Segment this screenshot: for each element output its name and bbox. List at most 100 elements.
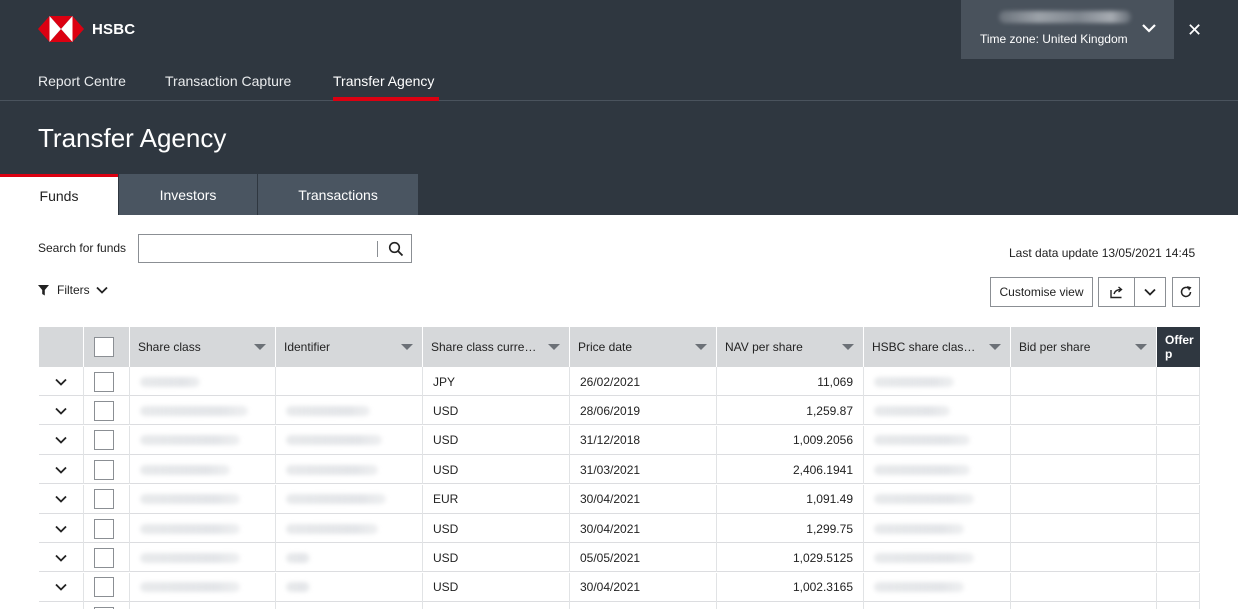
table-row[interactable]: JPY 26/02/2021 11,069 <box>39 367 1200 396</box>
export-dropdown[interactable] <box>1135 278 1165 306</box>
row-select-cell <box>84 543 130 573</box>
redacted-cell <box>130 367 276 396</box>
column-header-price-date[interactable]: Price date <box>570 327 717 367</box>
search-label: Search for funds <box>38 241 127 255</box>
column-header-hsbc-share-class[interactable]: HSBC share clas… <box>864 327 1011 367</box>
redacted-cell <box>276 396 423 426</box>
chevron-down-icon[interactable] <box>55 494 67 504</box>
row-checkbox[interactable] <box>94 459 114 480</box>
sort-caret-icon[interactable] <box>695 344 707 350</box>
refresh-button[interactable] <box>1172 277 1200 307</box>
select-all-cell <box>84 327 130 367</box>
row-select-cell <box>84 367 130 396</box>
table-row[interactable]: USD 28/06/2019 1,259.87 <box>39 396 1200 426</box>
sort-caret-icon[interactable] <box>401 344 413 350</box>
redacted-value <box>286 523 378 534</box>
table-row[interactable]: USD 30/04/2021 1,002.3165 <box>39 572 1200 602</box>
redacted-value <box>286 405 370 416</box>
row-select-cell <box>84 425 130 455</box>
redacted-value <box>140 523 240 534</box>
cell-currency: USD <box>423 425 570 455</box>
row-select-cell <box>84 514 130 543</box>
export-button-group[interactable] <box>1098 277 1166 307</box>
nav-item-transfer-agency[interactable]: Transfer Agency <box>333 73 434 89</box>
chevron-down-icon[interactable] <box>55 406 67 416</box>
customise-view-button[interactable]: Customise view <box>990 277 1093 307</box>
row-checkbox[interactable] <box>94 430 114 451</box>
table-row[interactable]: USD 30/04/2021 1,299.75 <box>39 514 1200 543</box>
row-checkbox[interactable] <box>94 489 114 510</box>
sort-caret-icon[interactable] <box>548 344 560 350</box>
table-row[interactable]: USD 05/05/2021 1,029.5125 <box>39 543 1200 573</box>
user-name-redacted <box>999 11 1131 23</box>
redacted-value <box>874 464 970 475</box>
tab-transactions[interactable]: Transactions <box>258 174 418 215</box>
tab-investors[interactable]: Investors <box>119 174 257 215</box>
chevron-down-icon[interactable] <box>55 524 67 534</box>
sort-caret-icon[interactable] <box>842 344 854 350</box>
column-header-share-class[interactable]: Share class <box>130 327 276 367</box>
table-row[interactable]: USD 31/12/2018 1,009.2056 <box>39 425 1200 455</box>
redacted-cell <box>130 543 276 573</box>
nav-item-report-centre[interactable]: Report Centre <box>38 73 126 89</box>
redacted-value <box>286 435 382 446</box>
timezone-label: Time zone: United Kingdom <box>980 32 1128 46</box>
empty-cell <box>1011 455 1157 485</box>
redacted-cell <box>864 572 1011 602</box>
empty-cell <box>1011 602 1157 609</box>
tab-funds[interactable]: Funds <box>0 174 118 215</box>
empty-cell <box>1157 484 1200 514</box>
hsbc-logo[interactable]: HSBC <box>38 16 135 42</box>
redacted-value <box>286 552 310 563</box>
column-header-currency[interactable]: Share class curre… <box>423 327 570 367</box>
redacted-value <box>140 582 240 593</box>
redacted-cell <box>276 484 423 514</box>
cell-price-date <box>570 602 717 609</box>
sort-caret-icon[interactable] <box>1135 344 1147 350</box>
filters-toggle[interactable]: Filters <box>38 283 108 297</box>
nav-item-transaction-capture[interactable]: Transaction Capture <box>165 73 291 89</box>
sort-caret-icon[interactable] <box>254 344 266 350</box>
empty-cell <box>1011 484 1157 514</box>
cell-nav: 2,406.1941 <box>717 455 864 485</box>
column-header-label: Price date <box>578 340 633 354</box>
column-header-bid-per-share[interactable]: Bid per share <box>1011 327 1157 367</box>
row-checkbox[interactable] <box>94 371 114 392</box>
chevron-down-icon[interactable] <box>1141 20 1157 36</box>
close-icon[interactable]: ✕ <box>1187 20 1202 40</box>
column-header-nav-per-share[interactable]: NAV per share <box>717 327 864 367</box>
search-icon[interactable] <box>388 241 404 257</box>
empty-cell <box>1011 543 1157 573</box>
chevron-down-icon[interactable] <box>55 377 67 387</box>
chevron-down-icon[interactable] <box>55 465 67 475</box>
row-checkbox[interactable] <box>94 577 114 598</box>
row-checkbox[interactable] <box>94 547 114 568</box>
search-input[interactable] <box>138 234 412 263</box>
redacted-value <box>140 552 240 563</box>
user-menu[interactable]: Time zone: United Kingdom <box>961 0 1174 59</box>
empty-cell <box>1011 425 1157 455</box>
column-header-identifier[interactable]: Identifier <box>276 327 423 367</box>
redacted-cell <box>276 514 423 543</box>
export-button[interactable] <box>1099 278 1135 306</box>
redacted-cell <box>130 455 276 485</box>
sort-caret-icon[interactable] <box>989 344 1001 350</box>
table-row[interactable] <box>39 602 1200 609</box>
table-row[interactable]: EUR 30/04/2021 1,091.49 <box>39 484 1200 514</box>
chevron-down-icon[interactable] <box>55 582 67 592</box>
row-checkbox[interactable] <box>94 400 114 421</box>
cell-price-date: 26/02/2021 <box>570 367 717 396</box>
table-row[interactable]: USD 31/03/2021 2,406.1941 <box>39 455 1200 485</box>
cell-currency: USD <box>423 514 570 543</box>
column-header-offer-per-share[interactable]: Offer p <box>1157 327 1200 367</box>
select-all-checkbox[interactable] <box>94 337 114 357</box>
chevron-down-icon[interactable] <box>55 435 67 445</box>
column-header-label: HSBC share clas… <box>872 340 976 354</box>
empty-cell <box>1157 367 1200 396</box>
chevron-down-icon[interactable] <box>55 553 67 563</box>
redacted-cell <box>276 455 423 485</box>
redacted-cell <box>130 396 276 426</box>
row-checkbox[interactable] <box>94 518 114 539</box>
row-expand-cell <box>39 572 84 602</box>
cell-price-date: 28/06/2019 <box>570 396 717 426</box>
